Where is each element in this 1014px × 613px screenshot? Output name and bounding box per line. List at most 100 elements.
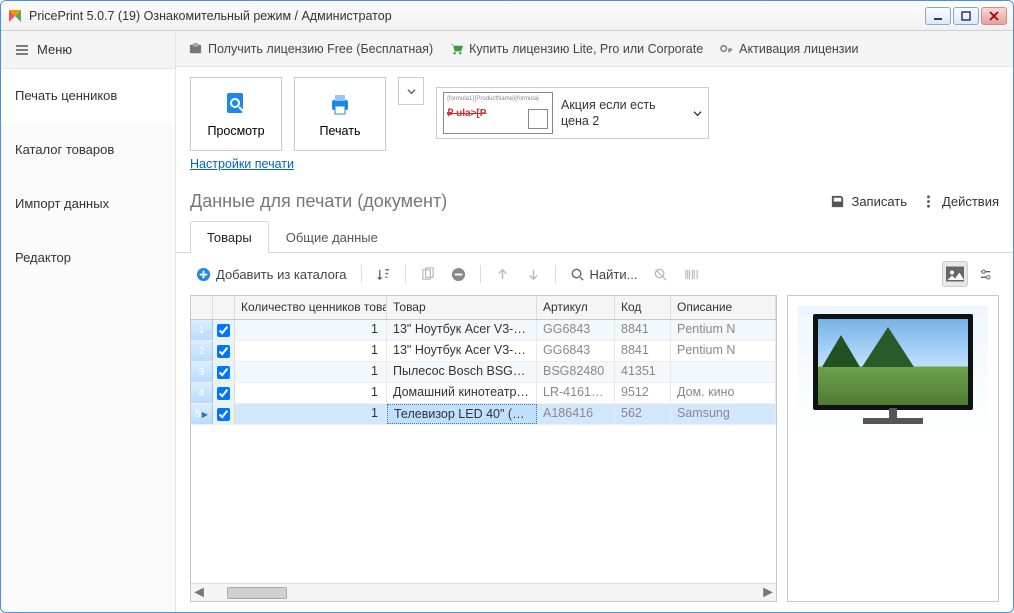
col-desc[interactable]: Описание — [671, 296, 776, 319]
print-settings-link[interactable]: Настройки печати — [190, 157, 294, 171]
image-icon — [943, 262, 967, 286]
move-down-button[interactable] — [520, 263, 547, 286]
copy-button[interactable] — [414, 263, 441, 286]
row-checkbox-cell[interactable] — [213, 341, 235, 361]
row-checkbox[interactable] — [217, 324, 230, 337]
cell-code[interactable]: 8841 — [615, 341, 671, 361]
app-icon — [7, 8, 23, 24]
menu-label: Меню — [37, 42, 72, 57]
row-checkbox-cell[interactable] — [213, 404, 235, 424]
print-button[interactable]: Печать — [294, 77, 386, 151]
cell-sku[interactable]: LR-4161861 — [537, 383, 615, 403]
cell-desc[interactable]: Pentium N — [671, 341, 776, 361]
print-dropdown-button[interactable] — [398, 77, 424, 105]
cell-qty[interactable]: 1 — [235, 341, 387, 361]
nav-editor[interactable]: Редактор — [1, 231, 175, 285]
row-checkbox[interactable] — [217, 387, 230, 400]
chevron-down-icon — [407, 87, 416, 96]
h-scrollbar[interactable]: ◄► — [191, 583, 776, 601]
grid-body[interactable]: 1113" Ноутбук Acer V3-111...GG68438841Pe… — [191, 320, 776, 583]
maximize-button[interactable] — [953, 7, 979, 25]
barcode-button[interactable] — [678, 263, 705, 286]
actions-menu[interactable]: Действия — [921, 194, 999, 209]
template-selector[interactable]: {formula1}{ProductName}{formula} ₽ ula>[… — [436, 87, 709, 139]
tab-common-data[interactable]: Общие данные — [269, 221, 395, 253]
row-checkbox[interactable] — [217, 408, 230, 421]
titlebar[interactable]: PricePrint 5.0.7 (19) Ознакомительный ре… — [1, 1, 1013, 31]
cell-desc[interactable] — [671, 362, 776, 382]
license-buy-link[interactable]: Купить лицензию Lite, Pro или Corporate — [449, 41, 703, 56]
row-number: 4 — [191, 383, 213, 403]
license-activate-link[interactable]: Активация лицензии — [719, 41, 858, 56]
cell-sku[interactable]: GG6843 — [537, 341, 615, 361]
image-preview-toggle[interactable] — [942, 261, 968, 287]
sidebar: Меню Печать ценников Каталог товаров Имп… — [1, 31, 176, 612]
template-name: Акция если есть цена 2 — [561, 97, 681, 130]
nav-print-labels[interactable]: Печать ценников — [1, 69, 175, 123]
col-code[interactable]: Код — [615, 296, 671, 319]
license-free-link[interactable]: Получить лицензию Free (Бесплатная) — [188, 41, 433, 56]
nav-import[interactable]: Импорт данных — [1, 177, 175, 231]
add-from-catalog-button[interactable]: Добавить из каталога — [190, 263, 353, 286]
cell-desc[interactable]: Дом. кино — [671, 383, 776, 403]
table-row[interactable]: 2 113" Ноутбук Acer V3-111...GG68438841Pe… — [191, 341, 776, 362]
minimize-button[interactable] — [925, 7, 951, 25]
table-toolbar: Добавить из каталога Найти... — [176, 253, 1013, 295]
sort-button[interactable] — [370, 263, 397, 286]
table-row[interactable]: 1113" Ноутбук Acer V3-111...GG68438841Pe… — [191, 320, 776, 341]
cell-qty[interactable]: 1 — [235, 404, 387, 424]
search-button[interactable]: Найти... — [564, 263, 644, 286]
cell-qty[interactable]: 1 — [235, 320, 387, 340]
cell-code[interactable]: 9512 — [615, 383, 671, 403]
cell-code[interactable]: 562 — [615, 404, 671, 424]
cell-sku[interactable]: GG6843 — [537, 320, 615, 340]
move-up-button[interactable] — [489, 263, 516, 286]
cell-qty[interactable]: 1 — [235, 383, 387, 403]
cart-icon — [449, 41, 464, 56]
settings-toggle[interactable] — [972, 263, 999, 286]
cell-qty[interactable]: 1 — [235, 362, 387, 382]
cell-product[interactable]: Домашний кинотеатр L... — [387, 383, 537, 403]
row-number: 2 — [191, 341, 213, 361]
key-icon — [719, 41, 734, 56]
cell-code[interactable]: 41351 — [615, 362, 671, 382]
close-button[interactable] — [981, 7, 1007, 25]
copy-icon — [420, 267, 435, 282]
printer-icon — [326, 90, 354, 118]
badge-icon — [188, 41, 203, 56]
cell-product[interactable]: 13" Ноутбук Acer V3-111... — [387, 341, 537, 361]
table-row[interactable]: 51Телевизор LED 40" (101...A186416562Sam… — [191, 404, 776, 425]
row-checkbox-cell[interactable] — [213, 383, 235, 403]
license-bar: Получить лицензию Free (Бесплатная) Купи… — [176, 31, 1013, 67]
preview-button[interactable]: Просмотр — [190, 77, 282, 151]
save-button[interactable]: Записать — [830, 194, 907, 209]
cell-sku[interactable]: BSG82480 — [537, 362, 615, 382]
cell-product[interactable]: 13" Ноутбук Acer V3-111... — [387, 320, 537, 340]
product-grid[interactable]: Количество ценников товар Товар Артикул … — [190, 295, 777, 602]
sliders-icon — [978, 267, 993, 282]
col-product[interactable]: Товар — [387, 296, 537, 319]
table-row[interactable]: 4 1Домашний кинотеатр L...LR-41618619512Д… — [191, 383, 776, 404]
cell-sku[interactable]: A186416 — [537, 404, 615, 424]
row-checkbox-cell[interactable] — [213, 362, 235, 382]
tab-products[interactable]: Товары — [190, 221, 269, 253]
menu-button[interactable]: Меню — [1, 31, 175, 69]
cell-product[interactable]: Телевизор LED 40" (101... — [387, 404, 537, 424]
clear-search-button[interactable] — [647, 263, 674, 286]
row-checkbox-cell[interactable] — [213, 320, 235, 340]
sort-icon — [376, 267, 391, 282]
delete-button[interactable] — [445, 263, 472, 286]
row-number: 1 — [191, 320, 213, 340]
nav-catalog[interactable]: Каталог товаров — [1, 123, 175, 177]
table-row[interactable]: 31Пылесос Bosch BSG824...BSG8248041351 — [191, 362, 776, 383]
row-checkbox[interactable] — [217, 366, 230, 379]
cell-desc[interactable]: Pentium N — [671, 320, 776, 340]
cell-desc[interactable]: Samsung — [671, 404, 776, 424]
cell-code[interactable]: 8841 — [615, 320, 671, 340]
row-checkbox[interactable] — [217, 345, 230, 358]
window-title: PricePrint 5.0.7 (19) Ознакомительный ре… — [29, 9, 392, 23]
col-qty[interactable]: Количество ценников товар — [235, 296, 387, 319]
cell-product[interactable]: Пылесос Bosch BSG824... — [387, 362, 537, 382]
minus-circle-icon — [451, 267, 466, 282]
col-sku[interactable]: Артикул — [537, 296, 615, 319]
